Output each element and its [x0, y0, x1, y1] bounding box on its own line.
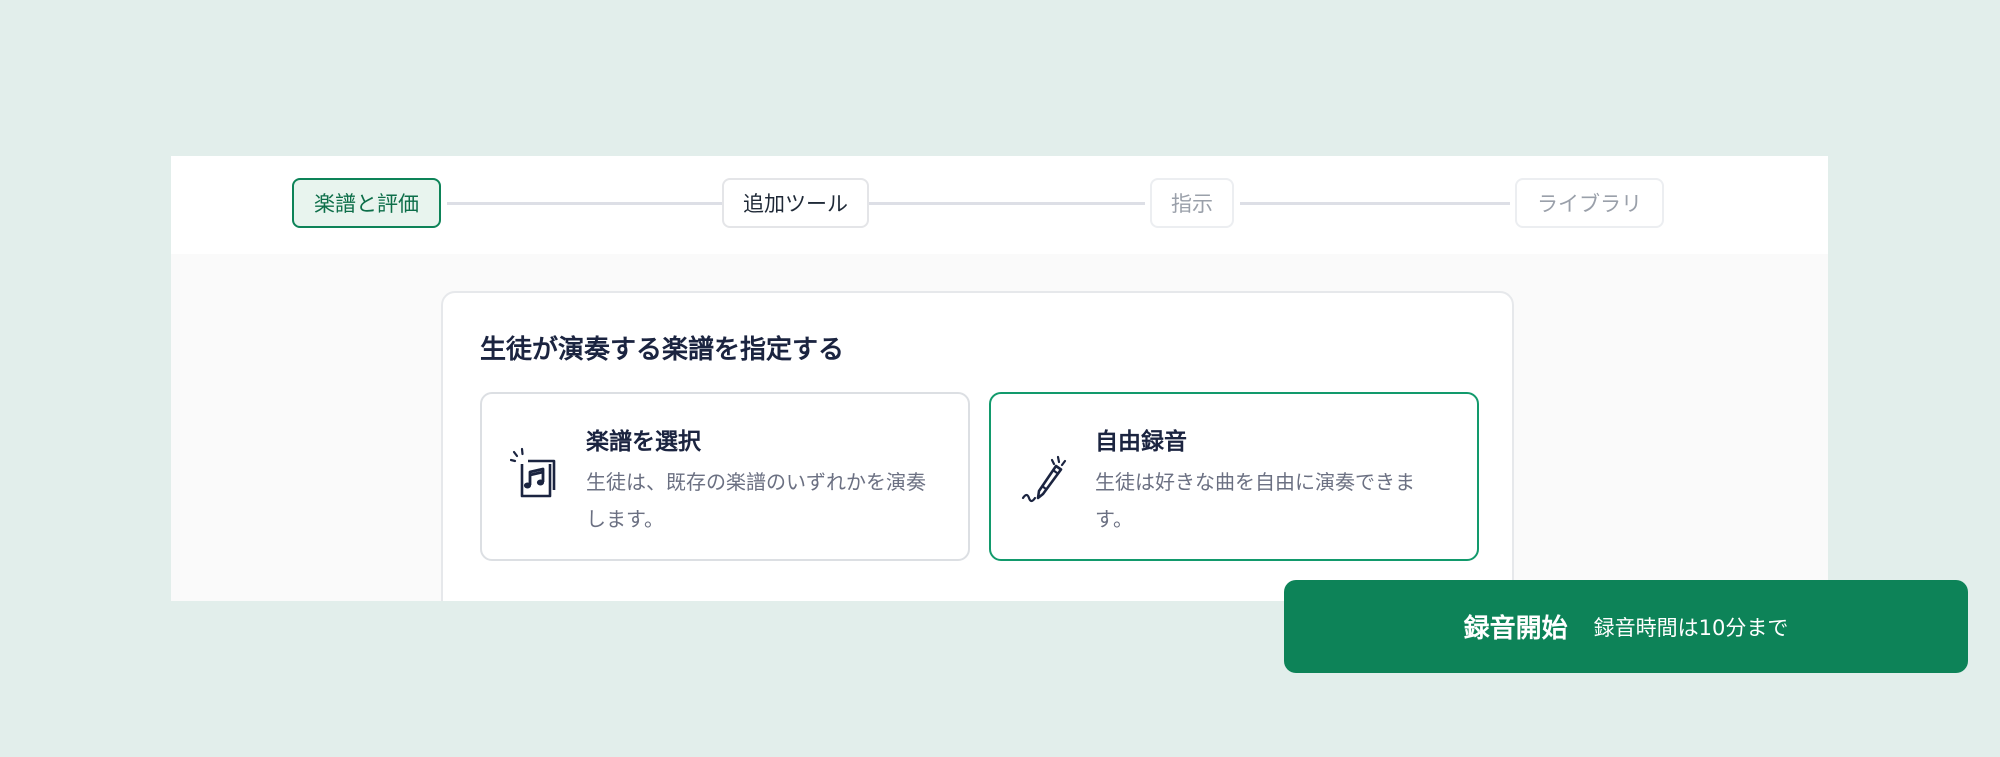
- progress-stepper: 楽譜と評価 追加ツール 指示 ライブラリ: [171, 156, 1828, 254]
- step-library: ライブラリ: [1515, 178, 1664, 228]
- step-connector: [1240, 202, 1510, 205]
- card-title: 生徒が演奏する楽譜を指定する: [480, 335, 845, 365]
- option-description: 生徒は、既存の楽譜のいずれかを演奏します。: [586, 470, 926, 531]
- pencil-icon: [1019, 446, 1075, 506]
- score-selection-card: 生徒が演奏する楽譜を指定する 楽譜を選択 生徒は、既存の楽譜のいずれかを演奏しま…: [441, 291, 1514, 601]
- assignment-panel: 楽譜と評価 追加ツール 指示 ライブラリ 生徒が演奏する楽譜を指定する 楽譜を選…: [171, 156, 1828, 601]
- sheet-music-icon: [509, 446, 566, 506]
- step-instructions: 指示: [1150, 178, 1234, 228]
- option-free-recording[interactable]: 自由録音 生徒は好きな曲を自由に演奏できます。: [989, 392, 1479, 561]
- option-select-score[interactable]: 楽譜を選択 生徒は、既存の楽譜のいずれかを演奏します。: [480, 392, 970, 561]
- recording-time-limit: 録音時間は10分まで: [1593, 615, 1789, 640]
- step-score-evaluation[interactable]: 楽譜と評価: [292, 178, 441, 228]
- option-title: 自由録音: [1095, 429, 1187, 455]
- start-recording-label: 録音開始: [1463, 614, 1568, 644]
- step-additional-tools[interactable]: 追加ツール: [722, 178, 869, 228]
- step-connector: [875, 202, 1145, 205]
- option-description: 生徒は好きな曲を自由に演奏できます。: [1095, 470, 1415, 531]
- start-recording-button[interactable]: 録音開始 録音時間は10分まで: [1284, 580, 1968, 673]
- option-title: 楽譜を選択: [586, 429, 701, 455]
